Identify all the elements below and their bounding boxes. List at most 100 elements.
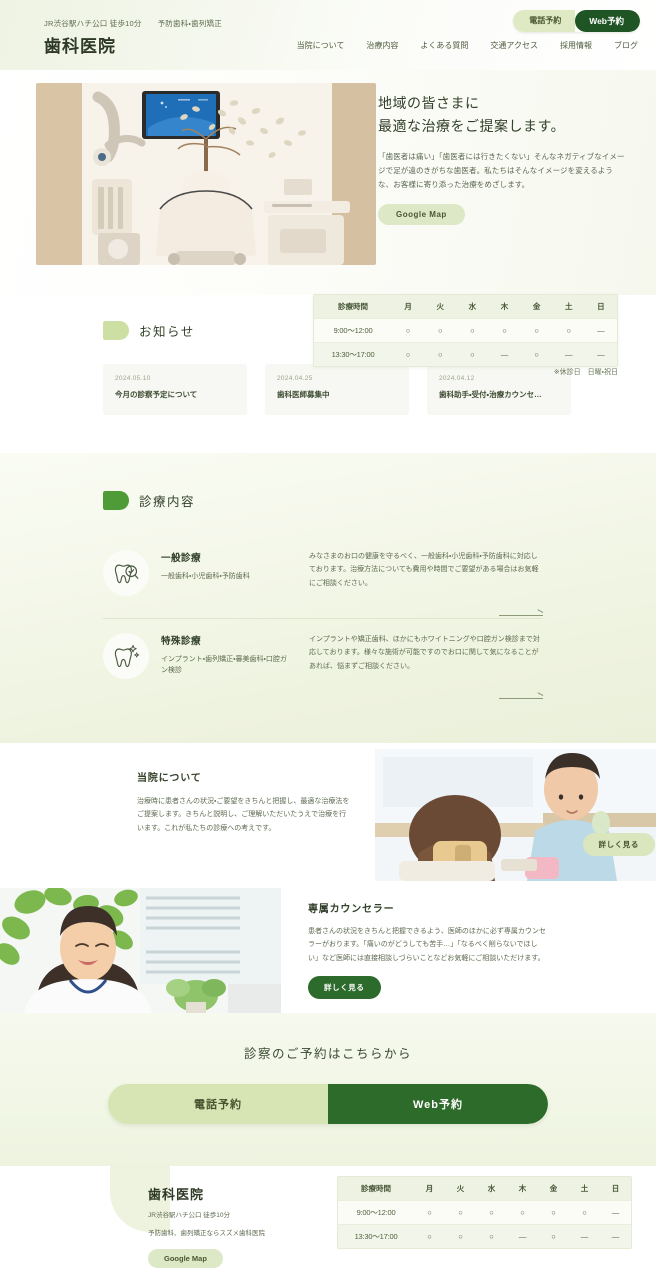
footer-schedule-cell: ○ xyxy=(458,1231,463,1241)
hero-clinic-photo xyxy=(36,83,376,265)
footer-schedule-col-tue: 火 xyxy=(456,1183,465,1193)
about-text-block: 当院について 治療時に患者さんの状況・ご要望をきちんと把握し、最適な治療法をご提… xyxy=(137,769,352,836)
reservation-tel-button[interactable]: 電話予約 xyxy=(108,1083,328,1124)
footer-schedule-cell: ○ xyxy=(551,1231,556,1241)
about-heading: 当院について xyxy=(137,772,202,784)
schedule-col-wed: 水 xyxy=(468,302,477,311)
hero-heading-line2: 最適な治療をご提案します。 xyxy=(378,118,566,135)
nav-item-access[interactable]: 交通アクセス xyxy=(490,40,538,51)
site-footer: 歯科医院 JR渋谷駅ハチ公口 徒歩10分 予防歯科、歯列矯正ならスズメ歯科医院 … xyxy=(0,1161,656,1268)
schedule-cell: ○ xyxy=(566,326,572,335)
leaf-icon xyxy=(103,321,129,340)
arrow-right-icon[interactable] xyxy=(499,614,543,616)
table-row: 13:30〜17:00 ○ ○ ○ — ○ — — xyxy=(338,1224,631,1248)
schedule-cell: ○ xyxy=(534,350,539,359)
footer-schedule-cell: — xyxy=(611,1207,620,1217)
footer-schedule-cell: — xyxy=(611,1231,620,1241)
hero-section: 地域の皆さまに 最適な治療をご提案します。 「歯医者は痛い」「歯医者には行きたく… xyxy=(0,70,656,376)
treatment-name: 特殊診療 xyxy=(161,635,202,647)
footer-tagline-text: 予防歯科、歯列矯正ならスズメ歯科医院 xyxy=(148,1229,265,1237)
list-item[interactable]: 2024.04.12 歯科助手・受付・治療カウンセ… xyxy=(427,364,571,415)
treatment-label-block: 特殊診療 インプラント・歯列矯正・審美歯科・口腔ガン検診 xyxy=(161,633,293,676)
footer-schedule-cell: ○ xyxy=(520,1207,525,1217)
footer-schedule-col-wed: 水 xyxy=(487,1183,496,1193)
schedule-cell: ○ xyxy=(437,350,443,359)
header-web-reservation-button[interactable]: Web予約 xyxy=(575,10,640,32)
schedule-row-time: 9:00〜12:00 xyxy=(333,326,373,335)
nav-item-recruit[interactable]: 採用情報 xyxy=(560,40,592,51)
nav-item-faq[interactable]: よくある質問 xyxy=(420,40,468,51)
nav-item-blog[interactable]: ブログ xyxy=(614,40,638,51)
header-tagline-group: JR渋谷駅ハチ公口 徒歩10分 予防歯科・歯列矯正 xyxy=(44,18,222,29)
schedule-col-tue: 火 xyxy=(436,302,444,311)
footer-schedule-cell: ○ xyxy=(458,1207,463,1217)
treatment-subtitle: 一般歯科・小児歯科・予防歯科 xyxy=(161,572,250,580)
treatment-description: みなさまのお口の健康を守るべく、一般歯科・小児歯科・予防歯科に対応しております。… xyxy=(309,552,539,587)
footer-schedule-col-time: 診療時間 xyxy=(361,1183,391,1193)
schedule-col-fri: 金 xyxy=(532,302,541,311)
counselor-heading: 専属カウンセラー xyxy=(308,903,395,915)
counselor-more-button[interactable]: 詳しく見る xyxy=(308,976,381,1000)
schedule-cell: ○ xyxy=(534,326,539,335)
table-row: 13:30〜17:00 ○ ○ ○ — ○ — — xyxy=(314,342,617,366)
news-date: 2024.04.25 xyxy=(277,375,313,382)
treatment-name: 一般診療 xyxy=(161,552,202,564)
tooth-sparkle-icon xyxy=(103,632,149,679)
treatment-subtitle: インプラント・歯列矯正・審美歯科・口腔ガン検診 xyxy=(161,655,287,674)
news-section-title: お知らせ xyxy=(139,325,195,339)
site-logo-title[interactable]: 歯科医院 xyxy=(44,32,116,57)
schedule-col-thu: 木 xyxy=(500,302,509,311)
treatment-item-list: 一般診療 一般歯科・小児歯科・予防歯科 みなさまのお口の健康を守るべく、一般歯科… xyxy=(103,536,543,701)
footer-schedule-table: 診療時間 月 火 水 木 金 土 日 9:00〜12:00 ○ ○ ○ ○ ○ … xyxy=(337,1175,632,1249)
counselor-section: 専属カウンセラー 患者さんの状況をきちんと把握できるよう、医師のほかに必ず専属カ… xyxy=(0,887,656,1013)
footer-schedule-header-row: 診療時間 月 火 水 木 金 土 日 xyxy=(338,1176,631,1200)
leaf-icon xyxy=(103,490,129,510)
footer-schedule-cell: ○ xyxy=(427,1207,432,1217)
reservation-heading: 診察のご予約はこちらから xyxy=(243,1046,412,1061)
list-item[interactable]: 2024.04.25 歯科医師募集中 xyxy=(265,364,409,415)
footer-schedule-col-sun: 日 xyxy=(611,1183,620,1193)
treatment-label-block: 一般診療 一般歯科・小児歯科・予防歯科 xyxy=(161,550,293,582)
schedule-cell: ○ xyxy=(405,350,411,359)
footer-schedule-cell: ○ xyxy=(489,1207,494,1217)
about-section: 当院について 治療時に患者さんの状況・ご要望をきちんと把握し、最適な治療法をご提… xyxy=(0,742,656,888)
treatment-section-title: 診療内容 xyxy=(139,494,196,509)
list-item[interactable]: 一般診療 一般歯科・小児歯科・予防歯科 みなさまのお口の健康を守るべく、一般歯科… xyxy=(103,536,543,618)
counselor-paragraph: 患者さんの状況をきちんと把握できるよう、医師のほかに必ず専属カウンセラーがおりま… xyxy=(308,927,546,962)
footer-google-map-button[interactable]: Google Map xyxy=(148,1248,223,1268)
news-date: 2024.05.10 xyxy=(115,375,151,382)
footer-logo-title[interactable]: 歯科医院 xyxy=(148,1184,265,1203)
schedule-cell: ○ xyxy=(437,326,443,335)
site-header: JR渋谷駅ハチ公口 徒歩10分 予防歯科・歯列矯正 歯科医院 当院について 治療… xyxy=(0,0,656,70)
table-row: 9:00〜12:00 ○ ○ ○ ○ ○ ○ — xyxy=(338,1200,631,1224)
footer-schedule-cell: — xyxy=(518,1231,527,1241)
list-item[interactable]: 特殊診療 インプラント・歯列矯正・審美歯科・口腔ガン検診 インプラントや矯正歯科… xyxy=(103,617,543,701)
news-title: 今月の診察予定について xyxy=(115,390,198,399)
header-access-text: JR渋谷駅ハチ公口 徒歩10分 xyxy=(44,19,142,28)
list-item[interactable]: 2024.05.10 今月の診察予定について xyxy=(103,364,247,415)
counselor-photo xyxy=(0,887,281,1013)
schedule-header-row: 診療時間 月 火 水 木 金 土 日 xyxy=(314,295,617,319)
reservation-web-button[interactable]: Web予約 xyxy=(328,1083,548,1124)
footer-schedule-row-time: 9:00〜12:00 xyxy=(356,1207,396,1217)
reservation-button-group: 電話予約 Web予約 xyxy=(108,1083,548,1124)
nav-item-treatment[interactable]: 治療内容 xyxy=(366,40,398,51)
about-more-button[interactable]: 詳しく見る xyxy=(582,832,655,856)
arrow-right-icon[interactable] xyxy=(499,697,543,699)
header-tel-reservation-button[interactable]: 電話予約 xyxy=(513,10,576,32)
treatment-description: インプラントや矯正歯科、ほかにもホワイトニングや口腔ガン検診まで対応しております… xyxy=(309,635,540,670)
about-paragraph: 治療時に患者さんの状況・ご要望をきちんと把握し、最適な治療法をご提案します。きち… xyxy=(137,797,350,832)
footer-schedule-cell: ○ xyxy=(427,1231,432,1241)
schedule-cell: — xyxy=(565,350,573,359)
nav-item-about[interactable]: 当院について xyxy=(297,40,345,51)
tooth-check-icon xyxy=(103,549,149,596)
google-map-button[interactable]: Google Map xyxy=(378,203,465,225)
schedule-cell: ○ xyxy=(405,326,411,335)
schedule-col-sun: 日 xyxy=(597,302,605,311)
header-specialty-text: 予防歯科・歯列矯正 xyxy=(157,19,222,28)
footer-schedule-col-sat: 土 xyxy=(580,1183,589,1193)
news-date: 2024.04.12 xyxy=(439,375,475,382)
schedule-cell: — xyxy=(597,350,605,359)
news-title: 歯科医師募集中 xyxy=(277,390,330,399)
hero-heading: 地域の皆さまに 最適な治療をご提案します。 xyxy=(378,92,628,138)
